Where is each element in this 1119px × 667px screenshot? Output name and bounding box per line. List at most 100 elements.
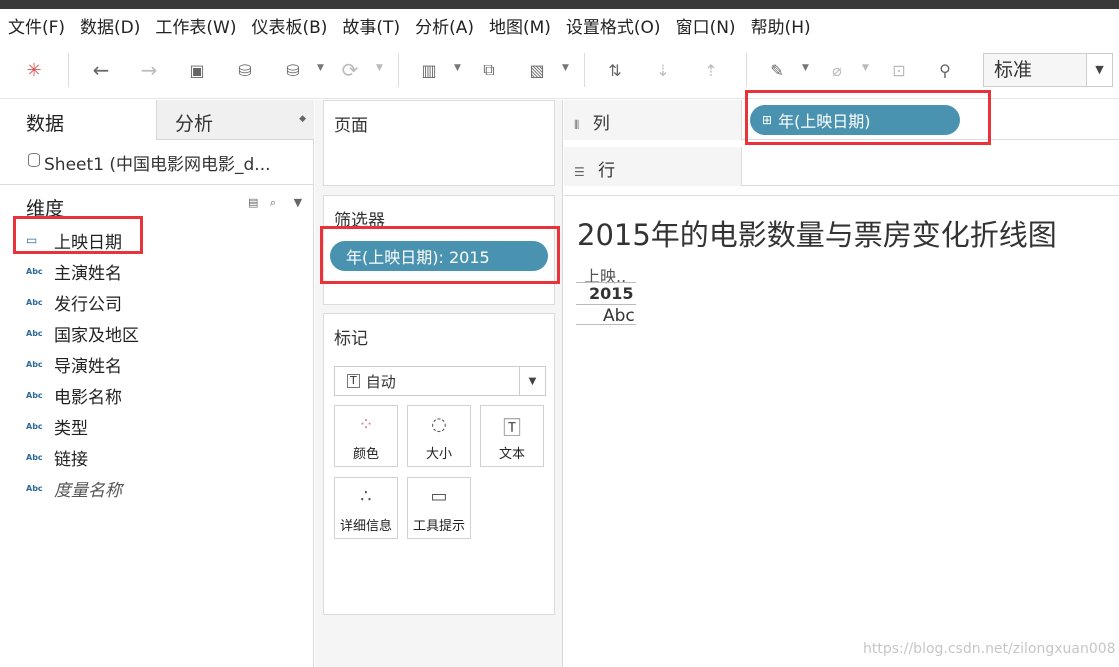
rows-icon: ☰ <box>574 165 585 179</box>
menu-story[interactable]: 故事(T) <box>342 13 400 38</box>
toolbar-divider <box>68 53 69 87</box>
size-icon: ◌ <box>431 414 447 435</box>
view-size-value: 标准 <box>994 59 1033 81</box>
pin-icon[interactable]: ⚲ <box>932 57 958 83</box>
mark-type-select[interactable]: T 自动 ▼ <box>334 366 546 396</box>
abc-icon: Abc <box>26 266 43 276</box>
field-label: 导演姓名 <box>54 356 122 377</box>
save-icon[interactable]: ▣ <box>184 57 210 83</box>
field-measure-names[interactable]: Abc 度量名称 <box>26 475 122 501</box>
data-pane-tabs: 数据 分析 ◆ <box>0 100 314 140</box>
columns-shelf[interactable]: ⦀ 列 ⊞ 年(上映日期) <box>564 90 1119 145</box>
field-label: 主演姓名 <box>54 263 122 284</box>
data-source-label: Sheet1 (中国电影网电影_d... <box>44 155 271 175</box>
text-button[interactable]: 🅃 文本 <box>480 405 544 467</box>
tab-analysis[interactable]: 分析 ◆ <box>156 100 314 140</box>
chevron-down-icon[interactable]: ▼ <box>1086 54 1112 86</box>
divider <box>0 184 314 185</box>
menu-worksheet[interactable]: 工作表(W) <box>155 13 236 38</box>
highlight-icon[interactable]: ✎ <box>764 57 790 83</box>
duplicate-sheet-icon[interactable]: ⧉ <box>476 57 502 83</box>
refresh-icon[interactable]: ⟳ <box>337 57 363 83</box>
detail-icon: ∴ <box>360 486 372 507</box>
tooltip-icon: ▭ <box>430 486 448 507</box>
view-size-select[interactable]: 标准 ▼ <box>983 53 1113 87</box>
menu-window[interactable]: 窗口(N) <box>676 13 736 38</box>
columns-label-area: ⦀ 列 <box>564 100 742 140</box>
clear-sheet-icon[interactable]: ▧ <box>524 57 550 83</box>
menu-data[interactable]: 数据(D) <box>80 13 140 38</box>
chevron-down-icon[interactable]: ▼ <box>862 63 869 73</box>
rows-shelf[interactable]: ☰ 行 <box>564 147 1119 186</box>
swap-rows-columns-icon[interactable]: ⇅ <box>602 57 628 83</box>
sort-descending-icon[interactable]: ⇡ <box>698 57 724 83</box>
toolbar-divider <box>746 53 747 87</box>
pause-updates-icon[interactable]: ⛁ <box>280 57 306 83</box>
menu-file[interactable]: 文件(F) <box>8 13 65 38</box>
forward-icon[interactable]: → <box>136 57 162 83</box>
data-source[interactable]: Sheet1 (中国电影网电影_d... <box>28 150 271 175</box>
field-director[interactable]: Abc 导演姓名 <box>26 351 122 377</box>
menu-map[interactable]: 地图(M) <box>489 13 551 38</box>
field-link[interactable]: Abc 链接 <box>26 444 88 470</box>
abc-icon: Abc <box>26 452 43 462</box>
abc-icon: Abc <box>26 328 43 338</box>
field-lead-actor[interactable]: Abc 主演姓名 <box>26 258 122 284</box>
chevron-down-icon[interactable]: ▼ <box>519 367 545 395</box>
tab-analysis-label: 分析 <box>175 113 214 135</box>
group-icon[interactable]: ⌀ <box>824 57 850 83</box>
menu-dashboard[interactable]: 仪表板(B) <box>251 13 327 38</box>
menu-analysis[interactable]: 分析(A) <box>415 13 474 38</box>
new-datasource-icon[interactable]: ⛁ <box>232 57 258 83</box>
back-icon[interactable]: ← <box>88 57 114 83</box>
marks-card: 标记 T 自动 ▼ ⁘ 颜色 ◌ 大小 🅃 文本 ∴ 详细信息 ▭ 工具提示 <box>323 313 555 615</box>
menu-help[interactable]: 帮助(H) <box>751 13 811 38</box>
dimensions-tools: ▤ ⌕ ▼ <box>248 196 310 210</box>
chevron-down-icon[interactable]: ▼ <box>317 63 324 73</box>
color-button[interactable]: ⁘ 颜色 <box>334 405 398 467</box>
list-view-icon[interactable]: ▤ <box>248 196 258 209</box>
chevron-down-icon[interactable]: ▼ <box>802 63 809 73</box>
rows-label: 行 <box>598 161 616 181</box>
tab-data[interactable]: 数据 <box>0 100 156 140</box>
field-genre[interactable]: Abc 类型 <box>26 413 88 439</box>
search-icon[interactable]: ⌕ <box>270 196 276 209</box>
columns-label: 列 <box>592 114 610 134</box>
menu-format[interactable]: 设置格式(O) <box>566 13 661 38</box>
field-label: 国家及地区 <box>54 325 139 346</box>
pages-card[interactable]: 页面 <box>323 100 555 186</box>
size-button[interactable]: ◌ 大小 <box>407 405 471 467</box>
detail-button[interactable]: ∴ 详细信息 <box>334 477 398 539</box>
table-cell[interactable]: Abc <box>603 306 635 326</box>
tooltip-button[interactable]: ▭ 工具提示 <box>407 477 471 539</box>
sort-ascending-icon[interactable]: ⇣ <box>650 57 676 83</box>
year-header[interactable]: 2015 <box>589 284 634 303</box>
field-movie-name[interactable]: Abc 电影名称 <box>26 382 122 408</box>
highlight-box <box>13 216 143 254</box>
rows-label-area: ☰ 行 <box>564 147 742 186</box>
sort-arrows-icon[interactable]: ◆ <box>299 114 306 124</box>
data-pane: 数据 分析 ◆ Sheet1 (中国电影网电影_d... 维度 ▤ ⌕ ▼ ▭ … <box>0 100 314 667</box>
chevron-down-icon[interactable]: ▼ <box>294 196 302 209</box>
field-country-region[interactable]: Abc 国家及地区 <box>26 320 139 346</box>
chevron-down-icon[interactable]: ▼ <box>376 63 383 73</box>
field-label: 发行公司 <box>54 294 122 315</box>
divider <box>576 324 636 325</box>
view-title: 2015年的电影数量与票房变化折线图 <box>577 218 1057 252</box>
field-label: 链接 <box>54 449 88 470</box>
chevron-down-icon[interactable]: ▼ <box>454 63 461 73</box>
new-worksheet-icon[interactable]: ▥ <box>416 57 442 83</box>
labels-icon[interactable]: ⊡ <box>886 57 912 83</box>
tableau-logo-icon[interactable]: ✳ <box>21 57 47 83</box>
abc-icon: Abc <box>26 421 43 431</box>
menu-bar: 文件(F) 数据(D) 工作表(W) 仪表板(B) 故事(T) 分析(A) 地图… <box>0 9 1119 41</box>
color-icon: ⁘ <box>358 414 374 435</box>
pages-title: 页面 <box>334 116 368 136</box>
mark-type-value: 自动 <box>365 372 396 391</box>
watermark: https://blog.csdn.net/zilongxuan008 <box>863 641 1116 657</box>
text-mark-icon: T <box>347 374 360 388</box>
chevron-down-icon[interactable]: ▼ <box>562 63 569 73</box>
detail-label: 详细信息 <box>339 519 392 534</box>
field-distributor[interactable]: Abc 发行公司 <box>26 289 122 315</box>
field-label: 类型 <box>54 418 88 439</box>
